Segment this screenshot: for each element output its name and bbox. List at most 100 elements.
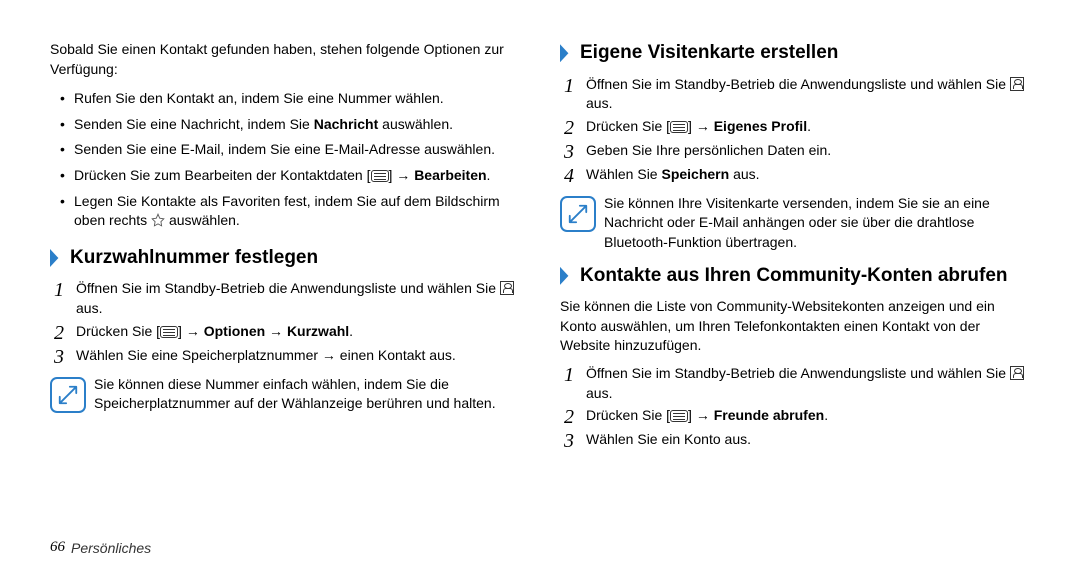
menu-key-icon	[160, 326, 178, 338]
step-text: Wählen Sie ein Konto aus.	[586, 430, 1030, 450]
note-text: Sie können Ihre Visitenkarte versenden, …	[604, 194, 1030, 253]
note-text: Sie können diese Nummer einfach wählen, …	[94, 375, 520, 414]
step-number: 2	[54, 322, 76, 343]
right-column: Eigene Visitenkarte erstellen 1 Öffnen S…	[560, 40, 1030, 527]
step-item: 3 Wählen Sie eine Speicherplatznummer → …	[54, 346, 520, 367]
page-footer: 66 Persönliches	[50, 527, 1030, 556]
text: auswählen.	[165, 212, 240, 228]
contacts-app-icon	[1010, 366, 1024, 380]
step-number: 4	[564, 165, 586, 186]
step-text: Öffnen Sie im Standby-Betrieb die Anwend…	[76, 279, 520, 318]
note-info-icon	[560, 196, 596, 232]
text: aus.	[586, 95, 612, 111]
section-heading-community: Kontakte aus Ihren Community-Konten abru…	[560, 263, 1030, 290]
community-steps: 1 Öffnen Sie im Standby-Betrieb die Anwe…	[560, 364, 1030, 451]
step-number: 1	[564, 364, 586, 385]
left-column: Sobald Sie einen Kontakt gefunden haben,…	[50, 40, 520, 527]
intro-text: Sobald Sie einen Kontakt gefunden haben,…	[50, 40, 520, 79]
menu-key-icon	[670, 121, 688, 133]
bold-text: Freunde abrufen	[714, 407, 824, 423]
chevron-right-icon	[50, 249, 64, 267]
text: Drücken Sie [	[76, 323, 160, 339]
text: Wählen Sie	[586, 166, 661, 182]
contacts-app-icon	[1010, 77, 1024, 91]
step-text: Drücken Sie [ ] → Eigenes Profil.	[586, 117, 1030, 137]
heading-text: Kurzwahlnummer festlegen	[70, 245, 318, 272]
kurzwahl-steps: 1 Öffnen Sie im Standby-Betrieb die Anwe…	[50, 279, 520, 366]
star-favorite-icon	[151, 213, 165, 227]
step-item: 2 Drücken Sie [ ] → Optionen → Kurzwahl.	[54, 322, 520, 343]
text: .	[487, 167, 491, 183]
text: aus.	[76, 300, 102, 316]
step-item: 4 Wählen Sie Speichern aus.	[564, 165, 1030, 186]
bullet-item: Senden Sie eine Nachricht, indem Sie Nac…	[64, 115, 520, 135]
bullet-item: Senden Sie eine E-Mail, indem Sie eine E…	[64, 140, 520, 160]
step-item: 1 Öffnen Sie im Standby-Betrieb die Anwe…	[564, 75, 1030, 114]
step-number: 1	[54, 279, 76, 300]
text: .	[807, 118, 811, 134]
text: →	[265, 323, 287, 339]
bullet-item: Drücken Sie zum Bearbeiten der Kontaktda…	[64, 166, 520, 186]
text: Öffnen Sie im Standby-Betrieb die Anwend…	[586, 365, 1010, 381]
text: .	[349, 323, 353, 339]
options-bullet-list: Rufen Sie den Kontakt an, indem Sie eine…	[50, 89, 520, 231]
bold-text: Bearbeiten	[414, 167, 486, 183]
community-intro-text: Sie können die Liste von Community-Websi…	[560, 297, 1030, 356]
text: aus.	[586, 385, 612, 401]
bold-text: Optionen	[204, 323, 265, 339]
step-number: 2	[564, 117, 586, 138]
step-item: 3 Geben Sie Ihre persönlichen Daten ein.	[564, 141, 1030, 162]
text: Öffnen Sie im Standby-Betrieb die Anwend…	[76, 280, 500, 296]
bullet-item: Legen Sie Kontakte als Favoriten fest, i…	[64, 192, 520, 231]
bold-text: Kurzwahl	[287, 323, 349, 339]
step-item: 2 Drücken Sie [ ] → Eigenes Profil.	[564, 117, 1030, 138]
menu-key-icon	[670, 410, 688, 422]
section-heading-kurzwahl: Kurzwahlnummer festlegen	[50, 245, 520, 272]
page-number: 66	[50, 539, 65, 556]
step-item: 1 Öffnen Sie im Standby-Betrieb die Anwe…	[564, 364, 1030, 403]
text: ] →	[389, 167, 415, 183]
text: auswählen.	[378, 116, 453, 132]
text: ] →	[688, 407, 714, 423]
section-heading-visitenkarte: Eigene Visitenkarte erstellen	[560, 40, 1030, 67]
text: Legen Sie Kontakte als Favoriten fest, i…	[74, 193, 500, 229]
step-number: 3	[564, 430, 586, 451]
bold-text: Speichern	[661, 166, 729, 182]
chevron-right-icon	[560, 267, 574, 285]
step-number: 1	[564, 75, 586, 96]
text: .	[824, 407, 828, 423]
text: Öffnen Sie im Standby-Betrieb die Anwend…	[586, 76, 1010, 92]
bullet-item: Rufen Sie den Kontakt an, indem Sie eine…	[64, 89, 520, 109]
footer-section-label: Persönliches	[71, 540, 151, 556]
note-box: Sie können Ihre Visitenkarte versenden, …	[560, 194, 1030, 253]
contacts-app-icon	[500, 281, 514, 295]
menu-key-icon	[371, 170, 389, 182]
note-info-icon	[50, 377, 86, 413]
text: Drücken Sie [	[586, 407, 670, 423]
heading-text: Kontakte aus Ihren Community-Konten abru…	[580, 263, 1008, 290]
step-item: 3 Wählen Sie ein Konto aus.	[564, 430, 1030, 451]
step-number: 3	[564, 141, 586, 162]
step-text: Drücken Sie [ ] → Optionen → Kurzwahl.	[76, 322, 520, 342]
text: ] →	[688, 118, 714, 134]
text: Drücken Sie [	[586, 118, 670, 134]
step-number: 2	[564, 406, 586, 427]
step-text: Wählen Sie eine Speicherplatznummer → ei…	[76, 346, 520, 366]
two-column-layout: Sobald Sie einen Kontakt gefunden haben,…	[50, 40, 1030, 527]
chevron-right-icon	[560, 44, 574, 62]
text: Drücken Sie zum Bearbeiten der Kontaktda…	[74, 167, 371, 183]
step-text: Öffnen Sie im Standby-Betrieb die Anwend…	[586, 364, 1030, 403]
visitenkarte-steps: 1 Öffnen Sie im Standby-Betrieb die Anwe…	[560, 75, 1030, 186]
step-text: Wählen Sie Speichern aus.	[586, 165, 1030, 185]
step-text: Öffnen Sie im Standby-Betrieb die Anwend…	[586, 75, 1030, 114]
note-box: Sie können diese Nummer einfach wählen, …	[50, 375, 520, 414]
step-text: Drücken Sie [ ] → Freunde abrufen.	[586, 406, 1030, 426]
step-number: 3	[54, 346, 76, 367]
text: ] →	[178, 323, 204, 339]
step-item: 2 Drücken Sie [ ] → Freunde abrufen.	[564, 406, 1030, 427]
bold-text: Nachricht	[314, 116, 379, 132]
text: Senden Sie eine Nachricht, indem Sie	[74, 116, 314, 132]
bold-text: Eigenes Profil	[714, 118, 807, 134]
step-item: 1 Öffnen Sie im Standby-Betrieb die Anwe…	[54, 279, 520, 318]
step-text: Geben Sie Ihre persönlichen Daten ein.	[586, 141, 1030, 161]
